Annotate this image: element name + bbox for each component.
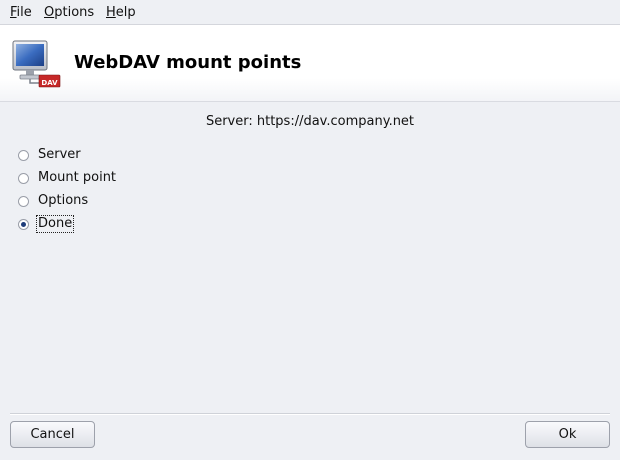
menubar: File Options Help xyxy=(0,0,620,25)
radio-button[interactable] xyxy=(18,149,29,161)
dav-badge-text: DAV xyxy=(41,79,58,87)
radio-option-mount-point[interactable]: Mount point xyxy=(18,169,117,187)
page-title: WebDAV mount points xyxy=(74,52,302,73)
header-banner: DAV WebDAV mount points xyxy=(0,25,620,102)
radio-label: Options xyxy=(38,193,89,208)
menu-options[interactable]: Options xyxy=(44,5,94,21)
menu-file-label: ile xyxy=(16,5,32,20)
radio-option-options[interactable]: Options xyxy=(18,192,89,210)
menu-help-label: elp xyxy=(115,5,136,20)
radio-button[interactable] xyxy=(18,172,29,184)
button-separator xyxy=(10,413,610,415)
radio-button-selected[interactable] xyxy=(18,218,29,230)
radio-label: Server xyxy=(38,147,81,162)
ok-button[interactable]: Ok xyxy=(525,421,610,448)
radio-label: Mount point xyxy=(38,170,117,185)
radio-button[interactable] xyxy=(18,195,29,207)
menu-options-mnemonic: O xyxy=(44,5,55,20)
radio-option-server[interactable]: Server xyxy=(18,146,82,164)
radio-label: Done xyxy=(35,215,75,233)
menu-options-label: ptions xyxy=(54,5,95,20)
menu-file[interactable]: File xyxy=(10,5,32,21)
menu-help[interactable]: Help xyxy=(106,5,136,21)
server-label: Server: https://dav.company.net xyxy=(205,114,415,129)
menu-help-mnemonic: H xyxy=(106,5,116,20)
cancel-button[interactable]: Cancel xyxy=(10,421,95,448)
radio-option-done[interactable]: Done xyxy=(18,215,75,233)
